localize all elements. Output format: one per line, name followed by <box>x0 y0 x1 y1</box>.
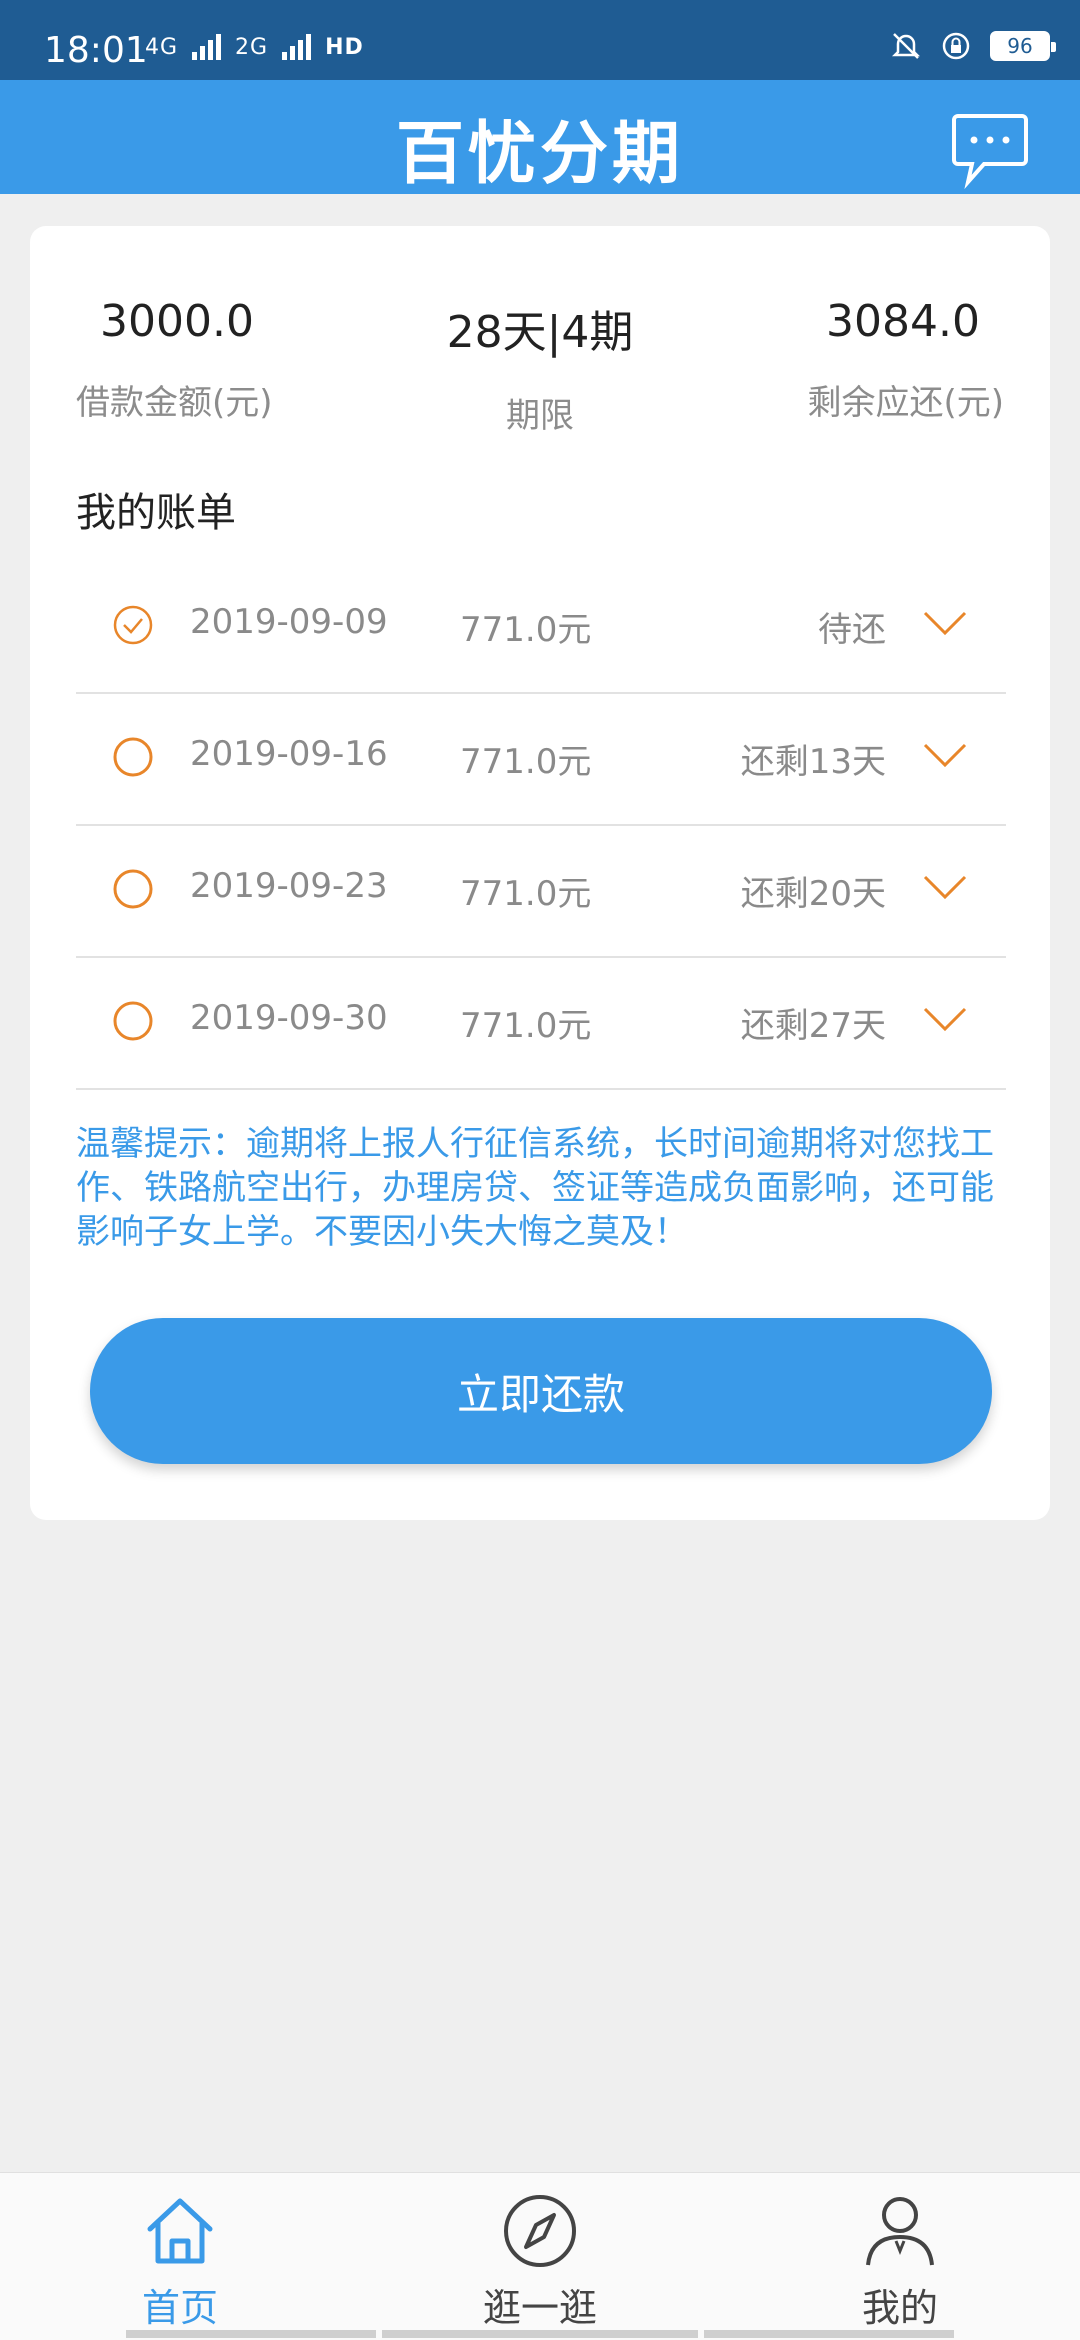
bill-status: 还剩20天 <box>740 874 886 914</box>
battery-level: 96 <box>1007 34 1033 58</box>
bill-status: 待还 <box>818 610 886 650</box>
bill-amount: 771.0元 <box>460 874 592 914</box>
home-icon <box>147 2198 213 2264</box>
signal-bars-icon <box>192 34 222 60</box>
checked-circle-icon[interactable] <box>112 604 154 646</box>
bill-date: 2019-09-23 <box>190 866 388 906</box>
bill-row[interactable]: 2019-09-30 771.0元 还剩27天 <box>76 958 1006 1090</box>
chevron-down-icon[interactable] <box>922 872 968 902</box>
compass-icon <box>504 2195 576 2267</box>
remaining-due-value: 3084.0 <box>826 296 980 347</box>
loan-term: 28天|4期 期限 <box>370 296 710 437</box>
chevron-down-icon[interactable] <box>922 608 968 638</box>
loan-summary: 3000.0 借款金额(元) 28天|4期 期限 3084.0 剩余应还(元) <box>30 296 1050 456</box>
network-2g-label: 2G <box>235 35 269 60</box>
warning-tip: 温馨提示：逾期将上报人行征信系统，长时间逾期将对您找工作、铁路航空出行，办理房贷… <box>76 1124 994 1252</box>
chevron-down-icon[interactable] <box>922 740 968 770</box>
bill-date: 2019-09-30 <box>190 998 388 1038</box>
bill-row[interactable]: 2019-09-09 771.0元 待还 <box>76 562 1006 694</box>
loan-amount: 3000.0 借款金额(元) <box>76 296 416 424</box>
loan-amount-value: 3000.0 <box>100 296 254 347</box>
bill-status: 还剩27天 <box>740 1006 886 1046</box>
nav-home[interactable]: 首页 <box>80 2191 280 2332</box>
bill-date: 2019-09-16 <box>190 734 388 774</box>
status-right: 96 <box>890 30 1056 62</box>
bottom-nav: 首页 逛一逛 我的 <box>0 2172 1080 2340</box>
bills-title: 我的账单 <box>76 490 236 536</box>
hd-label: HD <box>325 35 364 60</box>
signal-bars-2-icon <box>282 34 312 60</box>
unchecked-circle-icon[interactable] <box>112 1000 154 1042</box>
app-header: 百忧分期 <box>0 80 1080 194</box>
chat-bubble-icon[interactable] <box>950 110 1030 190</box>
bill-row[interactable]: 2019-09-23 771.0元 还剩20天 <box>76 826 1006 958</box>
loan-amount-label: 借款金额(元) <box>76 383 273 423</box>
nav-mine[interactable]: 我的 <box>800 2191 1000 2332</box>
nav-home-label: 首页 <box>141 2286 218 2330</box>
remaining-due-label: 剩余应还(元) <box>807 383 1004 423</box>
bill-status: 还剩13天 <box>740 742 886 782</box>
nav-mine-label: 我的 <box>861 2286 938 2330</box>
rotation-lock-icon <box>942 32 970 60</box>
unchecked-circle-icon[interactable] <box>112 868 154 910</box>
bill-amount: 771.0元 <box>460 742 592 782</box>
bill-date: 2019-09-09 <box>190 602 388 642</box>
status-time: 18:01 <box>44 30 148 71</box>
gesture-bar-segment <box>126 2330 376 2338</box>
loan-term-value: 28天|4期 <box>446 307 634 358</box>
gesture-bar-segment <box>382 2330 698 2338</box>
app-title: 百忧分期 <box>395 115 684 194</box>
bill-amount: 771.0元 <box>460 610 592 650</box>
loan-term-label: 期限 <box>506 396 574 436</box>
battery-icon: 96 <box>990 31 1056 61</box>
gesture-bar-segment <box>704 2330 954 2338</box>
signal-indicators: 4G 2G HD <box>145 34 364 60</box>
nav-explore[interactable]: 逛一逛 <box>440 2191 640 2332</box>
nav-explore-label: 逛一逛 <box>482 2286 597 2330</box>
bill-amount: 771.0元 <box>460 1006 592 1046</box>
unchecked-circle-icon[interactable] <box>112 736 154 778</box>
user-icon <box>866 2197 934 2266</box>
status-bar: 18:01 4G 2G HD 96 <box>0 0 1080 80</box>
network-4g-label: 4G <box>145 35 179 60</box>
repay-now-button[interactable]: 立即还款 <box>90 1318 992 1464</box>
chevron-down-icon[interactable] <box>922 1004 968 1034</box>
remaining-due: 3084.0 剩余应还(元) <box>664 296 1004 424</box>
loan-card: 3000.0 借款金额(元) 28天|4期 期限 3084.0 剩余应还(元) … <box>30 226 1050 1520</box>
bell-muted-icon <box>891 33 921 59</box>
bill-row[interactable]: 2019-09-16 771.0元 还剩13天 <box>76 694 1006 826</box>
